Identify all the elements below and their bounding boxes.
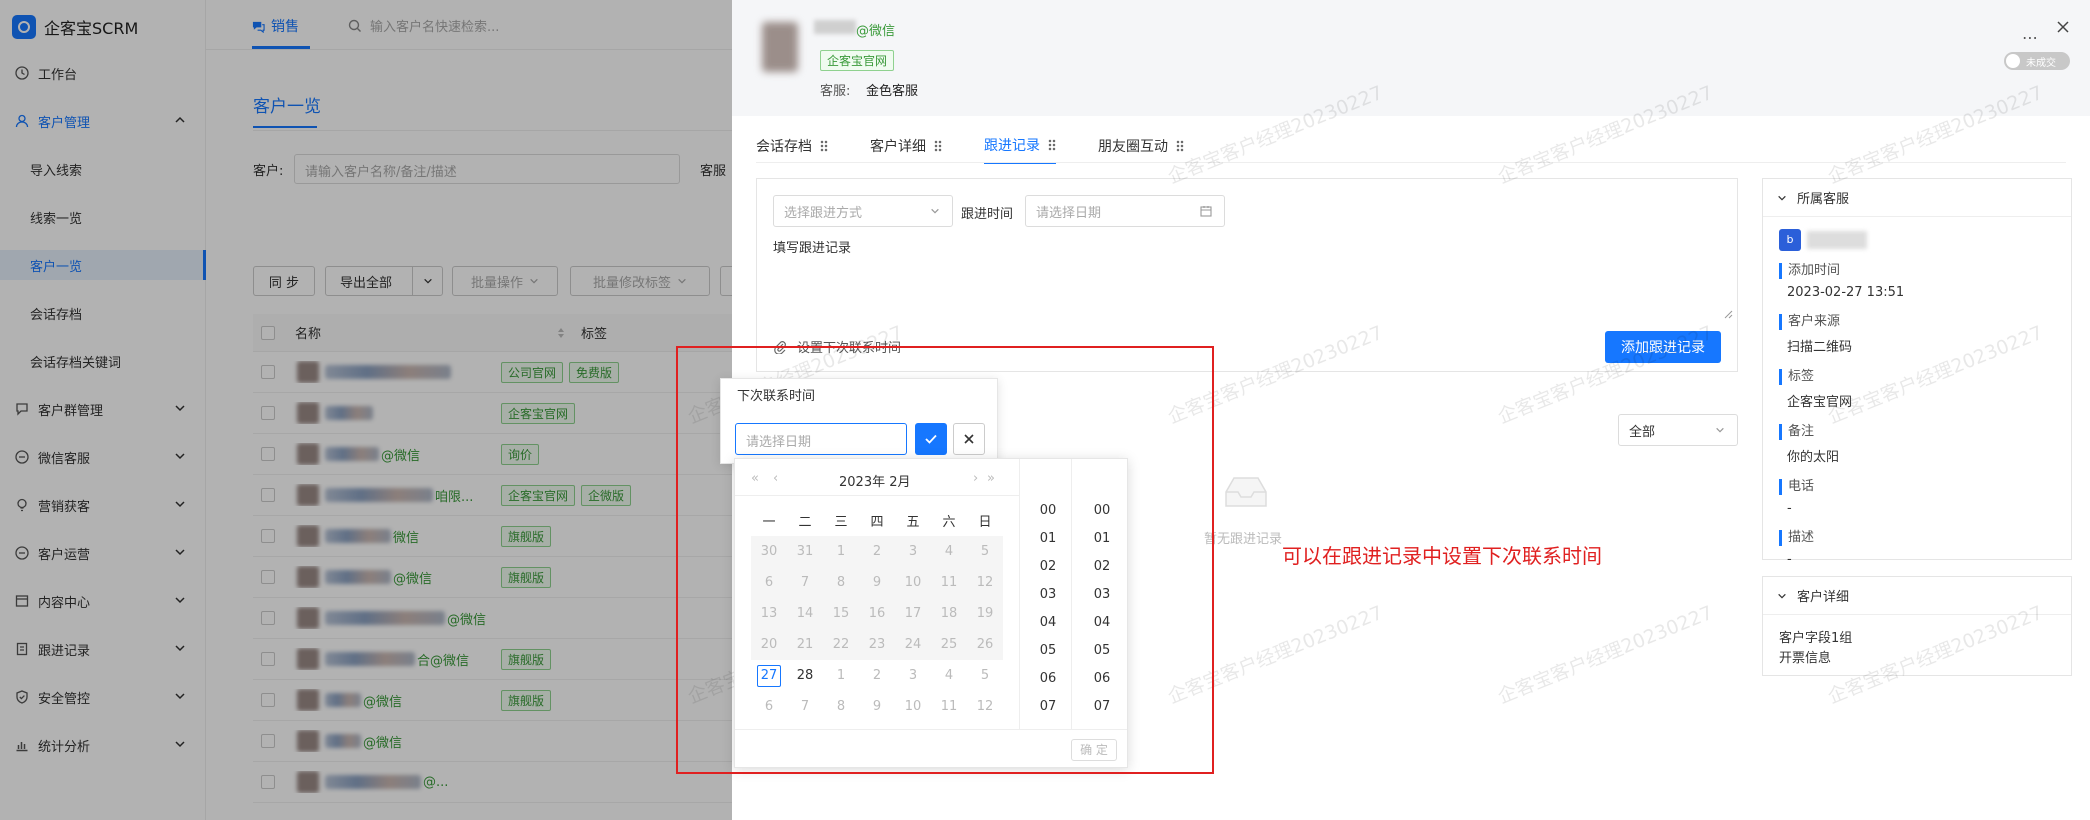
field-label: 客户来源 [1779, 314, 2059, 330]
service-name-blurred [1807, 231, 1867, 249]
tab-followup[interactable]: 跟进记录 [984, 128, 1056, 164]
customer-name [814, 20, 856, 34]
empty-inbox-icon [1222, 474, 1270, 510]
field-value: - [1787, 501, 1792, 516]
detail-panel-title: 客户详细 [1797, 590, 1850, 605]
empty-text: 暂无跟进记录 [1204, 532, 1283, 547]
tab-label: 客户详细 [870, 139, 926, 155]
tab-label: 朋友圈互动 [1098, 139, 1168, 155]
tab-chat-archive[interactable]: 会话存档 [756, 128, 828, 164]
detail-line[interactable]: 客户字段1组 [1779, 627, 1852, 646]
calendar-icon [1200, 206, 1212, 217]
drawer-header: @微信 企客宝官网 客服: 金色客服 ⋯ 未成交 [732, 0, 2090, 116]
divider [756, 162, 2066, 163]
chevron-down-icon [931, 208, 939, 214]
field-value: 2023-02-27 13:51 [1787, 285, 1905, 300]
chevron-down-icon [1716, 427, 1724, 433]
chevron-down-icon [1778, 195, 1786, 201]
detail-line[interactable]: 开票信息 [1779, 647, 1831, 666]
service-label: 客服: [820, 84, 851, 99]
tag-badge: 企客宝官网 [820, 50, 895, 71]
filter-all-label: 全部 [1629, 424, 1656, 440]
tab-label: 会话存档 [756, 139, 812, 155]
avatar [762, 22, 798, 72]
toggle-knob [2006, 54, 2020, 68]
deal-status-toggle[interactable]: 未成交 [2004, 52, 2070, 70]
drag-handle-icon[interactable] [934, 140, 942, 152]
customer-source: @微信 [856, 24, 896, 39]
more-icon[interactable]: ⋯ [2022, 28, 2039, 47]
close-icon[interactable] [2056, 20, 2070, 34]
service-panel-title: 所属客服 [1797, 192, 1850, 207]
tab-label: 跟进记录 [984, 138, 1040, 154]
followup-method-select[interactable]: 选择跟进方式 [773, 195, 953, 227]
service-panel: 所属客服 b 添加时间 2023-02-27 13:51 客户来源 扫描二维码 … [1762, 178, 2072, 567]
detail-panel-header[interactable]: 客户详细 [1763, 577, 2071, 615]
drag-handle-icon[interactable] [1048, 139, 1056, 151]
followup-date-input[interactable]: 请选择日期 [1025, 195, 1225, 227]
field-value: 企客宝官网 [1787, 395, 1853, 410]
field-value: 扫描二维码 [1787, 340, 1853, 355]
service-panel-header[interactable]: 所属客服 [1763, 179, 2071, 217]
overlay-mask[interactable] [0, 0, 732, 820]
followup-form: 选择跟进方式 跟进时间 请选择日期 填写跟进记录 设置下次联系时间 添加跟进记录 [756, 178, 1738, 372]
field-label: 标签 [1779, 369, 2059, 385]
service-fields: 添加时间 2023-02-27 13:51 客户来源 扫描二维码 标签 企客宝官… [1779, 263, 2059, 581]
drag-handle-icon[interactable] [820, 140, 828, 152]
select-placeholder: 选择跟进方式 [784, 205, 863, 221]
filter-all-select[interactable]: 全部 [1618, 414, 1738, 446]
followup-time-label: 跟进时间 [961, 207, 1014, 222]
field-value: - [1787, 552, 1792, 567]
field-label: 备注 [1779, 424, 2059, 440]
followup-textarea[interactable]: 填写跟进记录 [773, 237, 851, 256]
tab-customer-detail[interactable]: 客户详细 [870, 128, 942, 164]
annotation-text: 可以在跟进记录中设置下次联系时间 [1282, 544, 1602, 568]
date-placeholder: 请选择日期 [1036, 205, 1102, 221]
resize-handle-icon[interactable] [1723, 309, 1733, 319]
chevron-down-icon [1778, 593, 1786, 599]
service-avatar-icon: b [1779, 229, 1801, 251]
field-label: 添加时间 [1779, 263, 2059, 279]
drawer-tabs: 会话存档 客户详细 跟进记录 朋友圈互动 [756, 128, 1226, 164]
add-followup-button[interactable]: 添加跟进记录 [1605, 331, 1721, 363]
tab-moments[interactable]: 朋友圈互动 [1098, 128, 1184, 164]
drag-handle-icon[interactable] [1176, 140, 1184, 152]
highlight-box [676, 346, 1214, 774]
service-name: 金色客服 [866, 84, 919, 99]
customer-tag: 企客宝官网 [820, 50, 900, 71]
field-label: 电话 [1779, 479, 2059, 495]
deal-status-label: 未成交 [2026, 57, 2056, 69]
field-value: 你的太阳 [1787, 450, 1840, 465]
detail-panel: 客户详细 客户字段1组 开票信息 [1762, 576, 2072, 676]
field-label: 描述 [1779, 530, 2059, 546]
